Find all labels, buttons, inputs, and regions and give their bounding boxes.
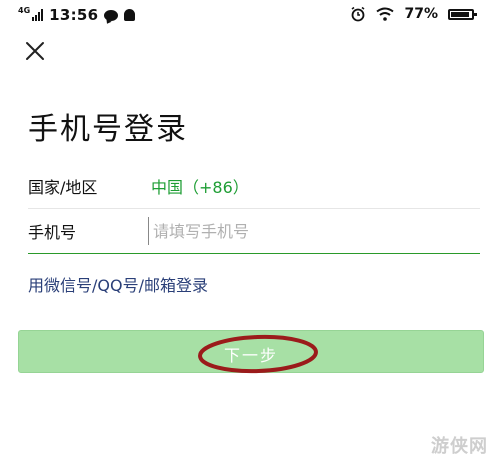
chat-bubble-icon [104, 9, 119, 21]
alternate-login-link[interactable]: 用微信号/QQ号/邮箱登录 [28, 272, 208, 296]
page-title: 手机号登录 [28, 112, 188, 147]
signal-icon [32, 9, 44, 21]
network-type: 4G [18, 5, 31, 15]
phone-number-input[interactable] [148, 217, 475, 245]
status-bar-right: 77% [350, 6, 477, 22]
close-button[interactable] [22, 38, 48, 64]
battery-icon [448, 8, 477, 20]
alarm-icon [352, 6, 365, 22]
status-time: 13:56 [49, 6, 99, 24]
status-bar-left: 4G 13:56 [18, 5, 136, 24]
country-selector[interactable]: 中国（+86） [151, 174, 249, 198]
next-button[interactable]: 下一步 [18, 330, 484, 373]
phone-label: 手机号 [28, 223, 77, 242]
notification-bell-icon [124, 9, 136, 21]
country-label: 国家/地区 [28, 178, 98, 197]
country-region-row[interactable]: 国家/地区 中国（+86） [28, 164, 480, 209]
battery-percent: 77% [404, 6, 438, 22]
wifi-icon [376, 7, 395, 21]
status-bar: 4G 13:56 77% [0, 0, 500, 30]
close-icon [26, 42, 44, 60]
phone-row: 手机号 [28, 209, 480, 254]
watermark-logo: 游侠网 [431, 436, 488, 457]
next-button-label: 下一步 [223, 346, 278, 365]
